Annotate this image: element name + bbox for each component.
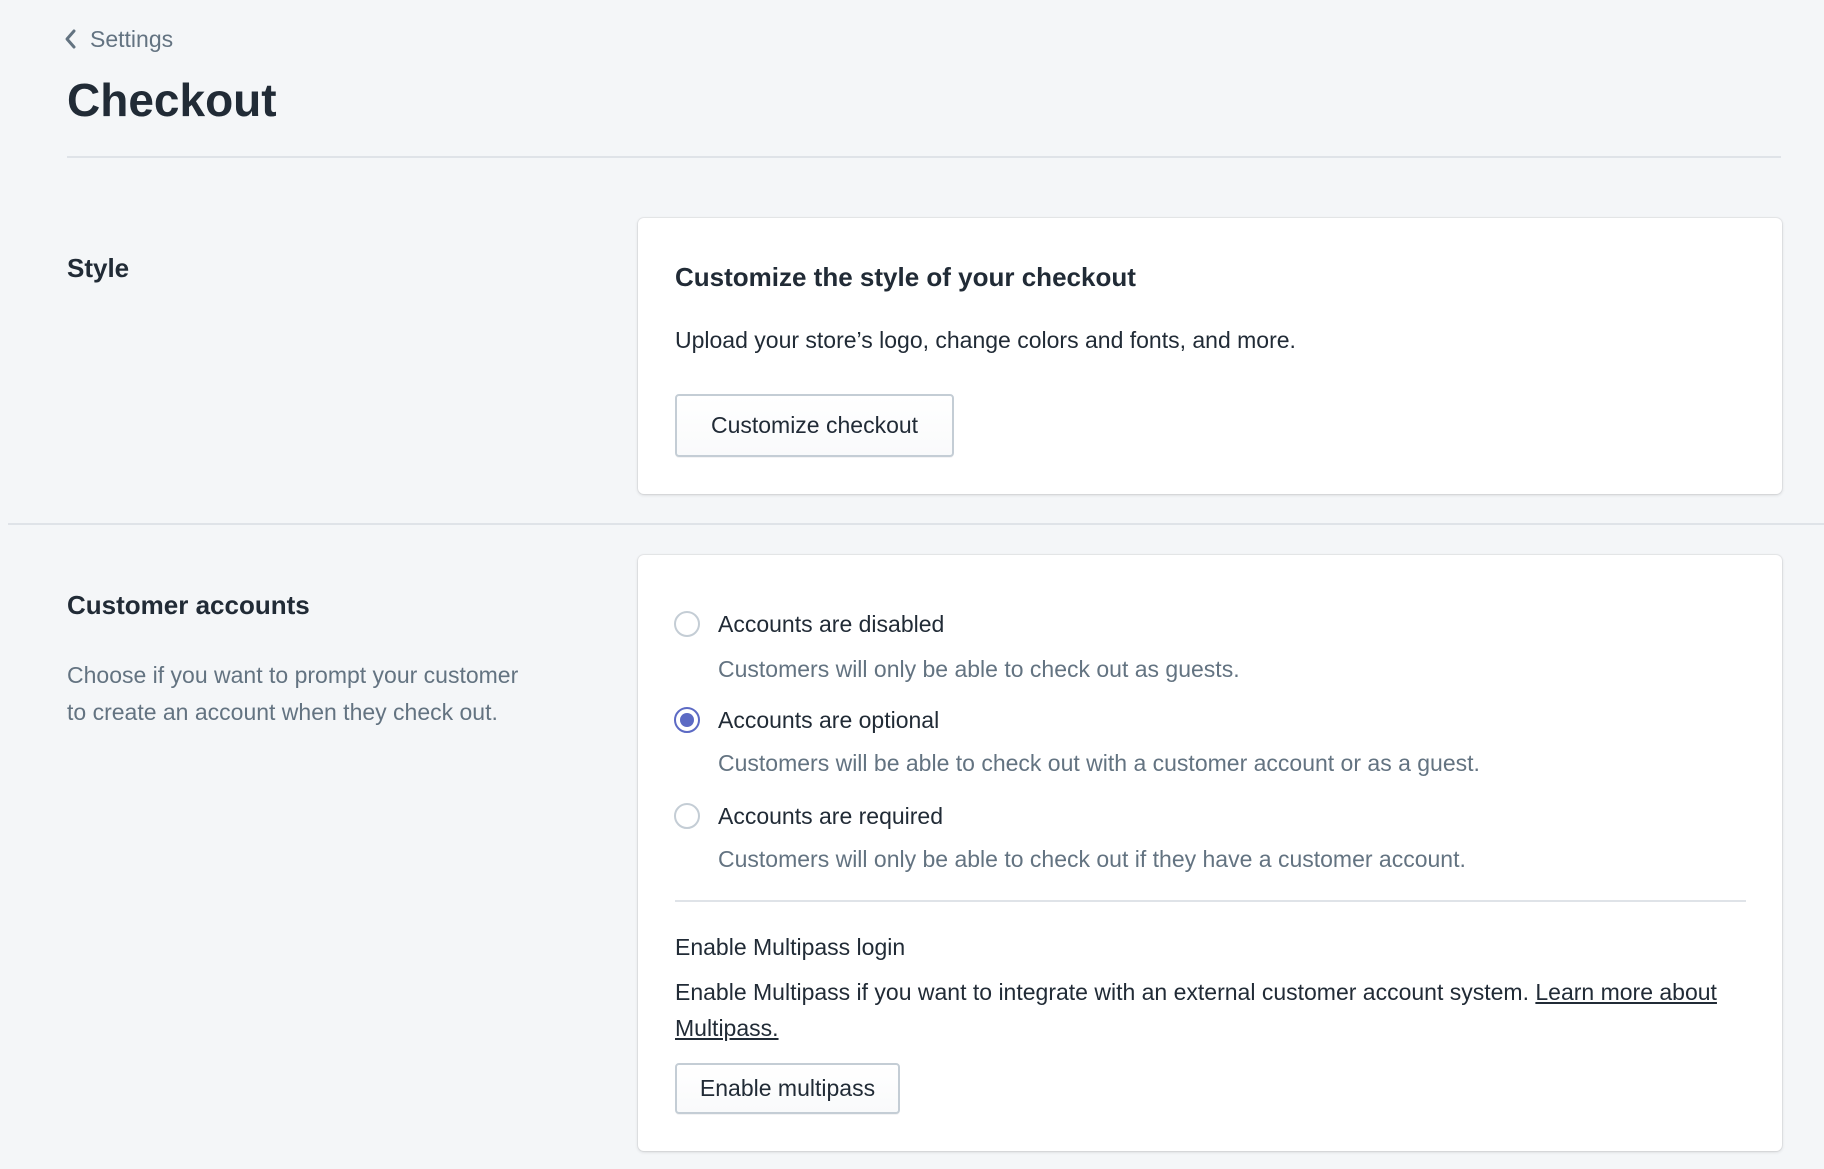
radio-button-selected[interactable] xyxy=(674,707,700,733)
radio-label: Accounts are optional xyxy=(718,707,940,733)
radio-help-text: Customers will only be able to check out… xyxy=(718,656,1240,682)
customer-accounts-description: Choose if you want to prompt your custom… xyxy=(67,662,519,725)
style-card-text: Upload your store’s logo, change colors … xyxy=(675,327,1296,353)
radio-accounts-optional[interactable]: Accounts are optional xyxy=(674,705,939,735)
style-card: Customize the style of your checkout Upl… xyxy=(638,218,1782,494)
radio-label: Accounts are required xyxy=(718,803,944,829)
enable-multipass-button[interactable]: Enable multipass xyxy=(675,1063,900,1114)
page-title: Checkout xyxy=(67,74,277,126)
radio-accounts-required[interactable]: Accounts are required xyxy=(674,801,943,831)
multipass-title: Enable Multipass login xyxy=(675,934,906,960)
radio-button[interactable] xyxy=(674,803,700,829)
multipass-description: Enable Multipass if you want to integrat… xyxy=(675,974,1755,1046)
breadcrumb-settings[interactable]: Settings xyxy=(62,24,173,54)
chevron-left-icon xyxy=(65,29,76,49)
header-divider xyxy=(67,156,1781,158)
multipass-text: Enable Multipass if you want to integrat… xyxy=(675,979,1529,1005)
breadcrumb-label: Settings xyxy=(90,26,174,52)
customize-checkout-button[interactable]: Customize checkout xyxy=(675,394,954,457)
style-card-title: Customize the style of your checkout xyxy=(675,262,1136,292)
style-section-heading: Style xyxy=(67,253,130,283)
card-divider xyxy=(675,900,1746,902)
section-divider xyxy=(8,523,1824,525)
radio-button[interactable] xyxy=(674,611,700,637)
radio-help-text: Customers will be able to check out with… xyxy=(718,750,1480,776)
radio-accounts-disabled[interactable]: Accounts are disabled xyxy=(674,609,944,639)
customer-accounts-card: Accounts are disabled Customers will onl… xyxy=(638,555,1782,1151)
customer-accounts-heading: Customer accounts xyxy=(67,590,310,620)
radio-label: Accounts are disabled xyxy=(718,611,945,637)
radio-help-text: Customers will only be able to check out… xyxy=(718,846,1466,872)
